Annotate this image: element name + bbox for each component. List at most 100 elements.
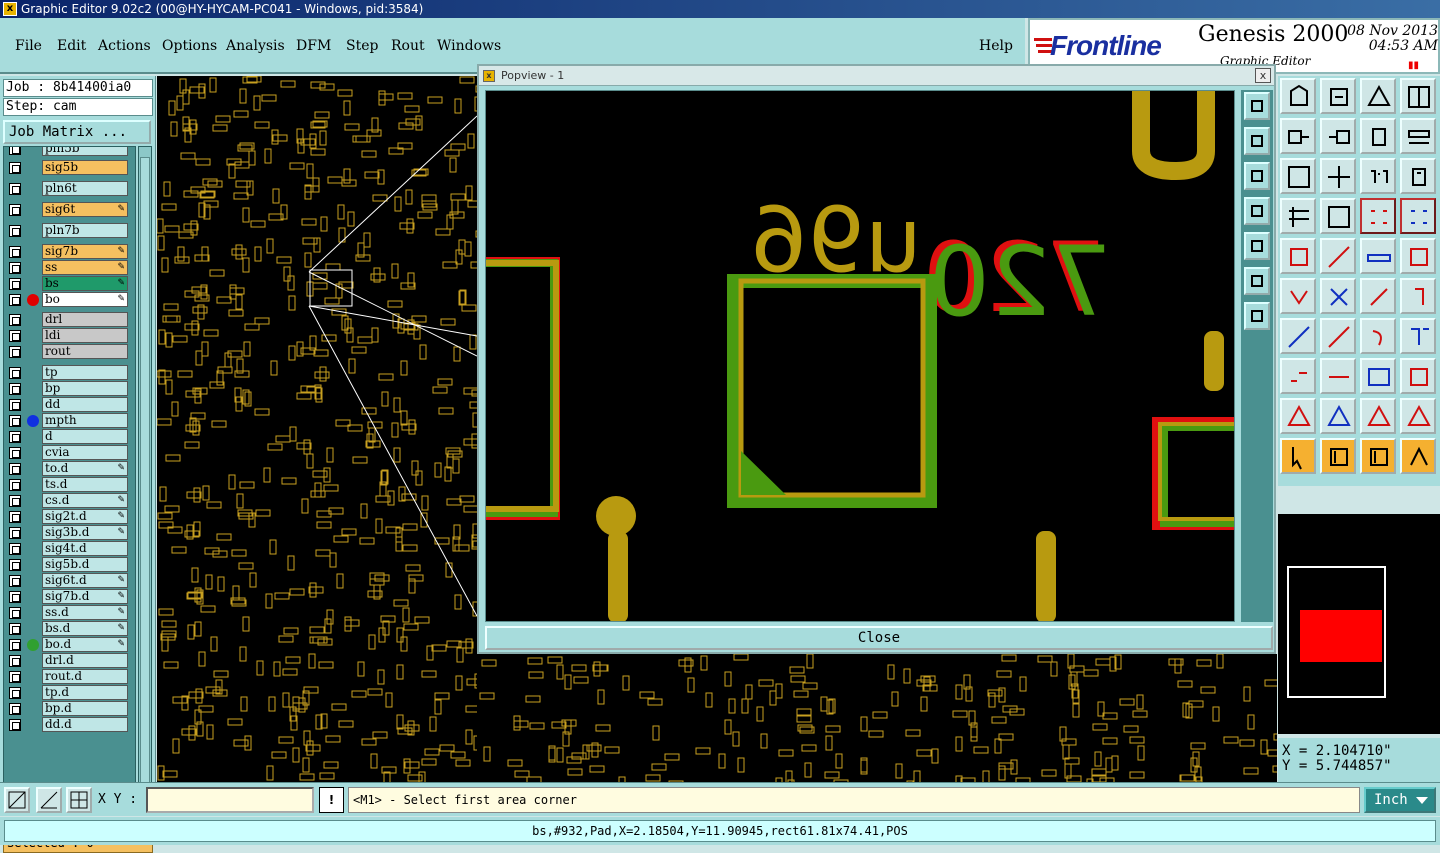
layer-row-dd-d[interactable]: dd.d [4, 717, 128, 732]
pan-left-button[interactable] [1280, 118, 1316, 154]
layer-display-checkbox[interactable] [9, 314, 21, 326]
layer-row-tp-d[interactable]: tp.d [4, 685, 128, 700]
layer-row-drl[interactable]: drl [4, 312, 128, 327]
layer-display-checkbox[interactable] [9, 183, 21, 195]
layer-name[interactable]: sig5b.d [42, 557, 128, 572]
layer-display-checkbox[interactable] [9, 511, 21, 523]
layer-row-sig2t-d[interactable]: sig2t.d ✎ [4, 509, 128, 524]
layer-row-dd[interactable]: dd [4, 397, 128, 412]
snap-button[interactable] [4, 787, 30, 813]
layer-row-ldi[interactable]: ldi [4, 328, 128, 343]
layer-name[interactable]: sig3b.d ✎ [42, 525, 128, 540]
layer-name[interactable]: cs.d ✎ [42, 493, 128, 508]
pan-right-button[interactable] [1320, 118, 1356, 154]
layer-display-checkbox[interactable] [9, 346, 21, 358]
layer-row-pln7b[interactable]: pln7b [4, 223, 128, 238]
layer-name[interactable]: ldi [42, 328, 128, 343]
layer-row-ss[interactable]: ss ✎ [4, 260, 128, 275]
menu-options[interactable]: Options [162, 38, 217, 54]
layer-display-checkbox[interactable] [9, 204, 21, 216]
one-to-one-button[interactable] [1360, 158, 1396, 194]
layer-name[interactable]: bs.d ✎ [42, 621, 128, 636]
layer-name[interactable]: bp.d [42, 701, 128, 716]
mirror-button[interactable] [1400, 118, 1436, 154]
popview-pan-left-button[interactable] [1244, 197, 1270, 225]
connect-button[interactable] [1360, 278, 1396, 314]
pointer-select-button[interactable] [1360, 438, 1396, 474]
layer-display-checkbox[interactable] [9, 719, 21, 731]
pad-add-button[interactable] [1280, 358, 1316, 394]
layer-display-checkbox[interactable] [9, 246, 21, 258]
layer-row-d[interactable]: d [4, 429, 128, 444]
unit-select[interactable]: Inch [1364, 787, 1436, 813]
layer-display-checkbox[interactable] [9, 527, 21, 539]
line-add-button[interactable] [1320, 358, 1356, 394]
layer-name[interactable]: rout [42, 344, 128, 359]
layer-row-pln6t[interactable]: pln6t [4, 181, 128, 196]
layer-display-checkbox[interactable] [9, 415, 21, 427]
layer-name[interactable]: bo.d ✎ [42, 637, 128, 652]
layer-display-checkbox[interactable] [9, 607, 21, 619]
job-matrix-button[interactable]: Job Matrix ... [3, 120, 151, 144]
layer-row-to-d[interactable]: to.d ✎ [4, 461, 128, 476]
dimension-button[interactable] [1360, 358, 1396, 394]
draw-line-button[interactable] [1320, 238, 1356, 274]
layer-row-sig4t-d[interactable]: sig4t.d [4, 541, 128, 556]
layer-row-rout[interactable]: rout [4, 344, 128, 359]
layer-display-checkbox[interactable] [9, 147, 21, 155]
slash-button[interactable] [1320, 318, 1356, 354]
layer-row-bo[interactable]: bo ✎ [4, 292, 128, 307]
graphic-canvas[interactable] [157, 76, 477, 782]
layer-row-sig7b-d[interactable]: sig7b.d ✎ [4, 589, 128, 604]
zoom-window-button[interactable] [1360, 78, 1396, 114]
layer-row-bp[interactable]: bp [4, 381, 128, 396]
layer-display-checkbox[interactable] [9, 399, 21, 411]
layer-name[interactable]: sig4t.d [42, 541, 128, 556]
overview-map[interactable] [1278, 514, 1440, 734]
layer-name[interactable]: sig6t ✎ [42, 202, 128, 217]
layer-row-bs-d[interactable]: bs.d ✎ [4, 621, 128, 636]
select-feature-button[interactable] [1280, 238, 1316, 274]
layer-row-cvia[interactable]: cvia [4, 445, 128, 460]
popview-center-button[interactable] [1244, 302, 1270, 330]
menu-step[interactable]: Step [346, 38, 378, 54]
layer-display-checkbox[interactable] [9, 591, 21, 603]
layer-display-checkbox[interactable] [9, 447, 21, 459]
menu-rout[interactable]: Rout [391, 38, 425, 54]
pad-circle-button[interactable] [1400, 238, 1436, 274]
layer-name[interactable]: dd.d [42, 717, 128, 732]
layer-row-ss-d[interactable]: ss.d ✎ [4, 605, 128, 620]
popview-close-icon[interactable]: x [1255, 68, 1271, 83]
layer-name[interactable]: dd [42, 397, 128, 412]
layer-display-checkbox[interactable] [9, 262, 21, 274]
xy-input[interactable] [146, 787, 314, 813]
popview-title-bar[interactable]: x Popview - 1 x [479, 66, 1274, 86]
popview-close-button[interactable]: Close [485, 626, 1273, 650]
grid-view-button[interactable] [1320, 198, 1356, 234]
layer-display-checkbox[interactable] [9, 543, 21, 555]
layer-display-checkbox[interactable] [9, 671, 21, 683]
popview-zoom-out-button[interactable] [1244, 162, 1270, 190]
scrollbar-thumb[interactable] [140, 157, 150, 797]
layer-name[interactable]: tp [42, 365, 128, 380]
overview-view-rect[interactable] [1300, 610, 1382, 662]
layer-display-checkbox[interactable] [9, 463, 21, 475]
layer-name[interactable]: sig6t.d ✎ [42, 573, 128, 588]
layer-name[interactable]: drl [42, 312, 128, 327]
snap-settings-button[interactable] [1280, 198, 1316, 234]
layer-row-cs-d[interactable]: cs.d ✎ [4, 493, 128, 508]
layer-display-checkbox[interactable] [9, 495, 21, 507]
layer-display-checkbox[interactable] [9, 639, 21, 651]
layer-name[interactable]: ss.d ✎ [42, 605, 128, 620]
layer-display-checkbox[interactable] [9, 575, 21, 587]
layer-row-sig3b-d[interactable]: sig3b.d ✎ [4, 525, 128, 540]
layer-name[interactable]: pln5b [42, 147, 128, 156]
layer-name[interactable]: sig2t.d ✎ [42, 509, 128, 524]
layer-list-scrollbar[interactable] [138, 146, 152, 814]
layer-display-checkbox[interactable] [9, 703, 21, 715]
popview-canvas[interactable]: u96 720 720 [485, 90, 1235, 622]
layer-display-checkbox[interactable] [9, 278, 21, 290]
layer-display-checkbox[interactable] [9, 330, 21, 342]
layer-row-sig5b-d[interactable]: sig5b.d [4, 557, 128, 572]
layer-row-sig5b[interactable]: sig5b [4, 160, 128, 175]
